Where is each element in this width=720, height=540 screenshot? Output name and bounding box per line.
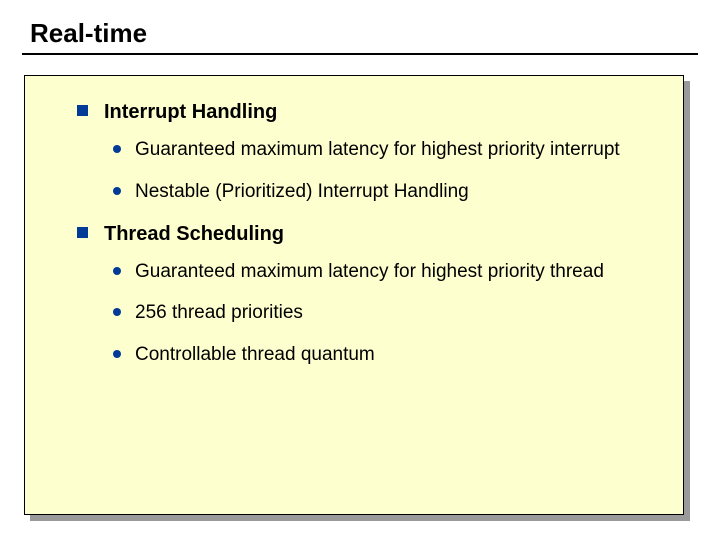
slide: Real-time Interrupt Handling Guaranteed …: [0, 0, 720, 540]
list-item: Guaranteed maximum latency for highest p…: [113, 138, 657, 162]
item-text: Nestable (Prioritized) Interrupt Handlin…: [135, 180, 469, 204]
list-item: Nestable (Prioritized) Interrupt Handlin…: [113, 180, 657, 204]
item-text: Guaranteed maximum latency for highest p…: [135, 260, 604, 284]
section-items: Guaranteed maximum latency for highest p…: [113, 138, 657, 204]
circle-bullet-icon: [113, 187, 121, 195]
list-item: 256 thread priorities: [113, 301, 657, 325]
circle-bullet-icon: [113, 145, 121, 153]
content-panel-wrap: Interrupt Handling Guaranteed maximum la…: [24, 75, 684, 515]
section-heading-row: Interrupt Handling: [77, 100, 657, 124]
section-items: Guaranteed maximum latency for highest p…: [113, 260, 657, 367]
section-heading-row: Thread Scheduling: [77, 222, 657, 246]
list-item: Controllable thread quantum: [113, 343, 657, 367]
item-text: Controllable thread quantum: [135, 343, 375, 367]
title-divider: [22, 53, 698, 55]
circle-bullet-icon: [113, 350, 121, 358]
item-text: Guaranteed maximum latency for highest p…: [135, 138, 620, 162]
square-bullet-icon: [77, 227, 88, 238]
circle-bullet-icon: [113, 267, 121, 275]
section-heading: Thread Scheduling: [104, 222, 284, 246]
item-text: 256 thread priorities: [135, 301, 303, 325]
section-heading: Interrupt Handling: [104, 100, 277, 124]
list-item: Guaranteed maximum latency for highest p…: [113, 260, 657, 284]
slide-title: Real-time: [30, 18, 698, 49]
circle-bullet-icon: [113, 308, 121, 316]
square-bullet-icon: [77, 105, 88, 116]
content-panel: Interrupt Handling Guaranteed maximum la…: [24, 75, 684, 515]
